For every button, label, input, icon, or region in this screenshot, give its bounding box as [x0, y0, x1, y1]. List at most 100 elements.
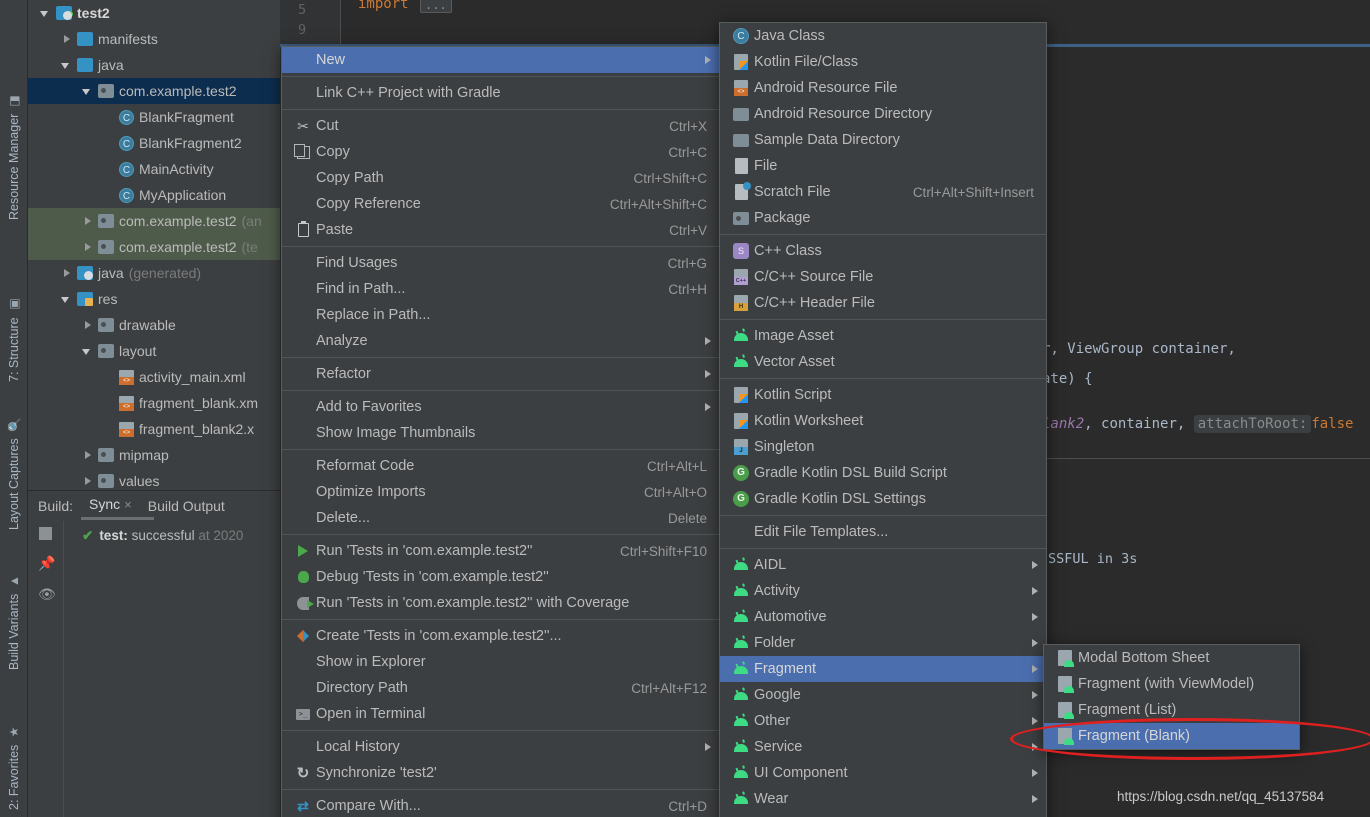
menu-item-singleton[interactable]: Singleton [720, 434, 1046, 460]
menu-item-open-in-terminal[interactable]: >_ Open in Terminal [282, 701, 719, 727]
menu-item-fragment[interactable]: Fragment [720, 656, 1046, 682]
chevron-right-icon[interactable] [82, 215, 94, 227]
menu-item-ui-component[interactable]: UI Component [720, 760, 1046, 786]
menu-item-android-resource-file[interactable]: Android Resource File [720, 75, 1046, 101]
menu-item-kotlin-script[interactable]: Kotlin Script [720, 382, 1046, 408]
menu-item-android-resource-directory[interactable]: Android Resource Directory [720, 101, 1046, 127]
chevron-right-icon[interactable] [61, 267, 73, 279]
menu-item-c-c-header-file[interactable]: C/C++ Header File [720, 290, 1046, 316]
new-submenu[interactable]: CJava Class Kotlin File/Class Android Reso… [719, 22, 1047, 817]
tree-row[interactable]: activity_main.xml [28, 364, 280, 390]
menu-item-show-image-thumbnails[interactable]: Show Image Thumbnails [282, 420, 719, 446]
menu-item-create-tests-in-com-example-test2[interactable]: Create 'Tests in 'com.example.test2''... [282, 623, 719, 649]
menu-item-kotlin-file-class[interactable]: Kotlin File/Class [720, 49, 1046, 75]
menu-item-find-usages[interactable]: Find Usages Ctrl+G [282, 250, 719, 276]
menu-item-wear[interactable]: Wear [720, 786, 1046, 812]
menu-item-link-c-project-with-gradle[interactable]: Link C++ Project with Gradle [282, 80, 719, 106]
menu-item-fragment-with-viewmodel[interactable]: Fragment (with ViewModel) [1044, 671, 1299, 697]
tree-row[interactable]: values [28, 468, 280, 490]
chevron-down-icon[interactable] [82, 85, 94, 97]
menu-item-file[interactable]: File [720, 153, 1046, 179]
tree-row[interactable]: java [28, 52, 280, 78]
menu-item-analyze[interactable]: Analyze [282, 328, 719, 354]
menu-item-new[interactable]: New [282, 47, 719, 73]
tree-row[interactable]: C MainActivity [28, 156, 280, 182]
menu-item-aidl[interactable]: AIDL [720, 552, 1046, 578]
stop-icon[interactable] [39, 527, 52, 540]
chevron-right-icon[interactable] [82, 241, 94, 253]
tree-row[interactable]: C BlankFragment [28, 104, 280, 130]
menu-item-compare-with[interactable]: Compare With... Ctrl+D [282, 793, 719, 817]
tree-row[interactable]: com.example.test2 [28, 78, 280, 104]
tab-sync[interactable]: Sync × [81, 496, 154, 520]
menu-item-paste[interactable]: Paste Ctrl+V [282, 217, 719, 243]
menu-item-sample-data-directory[interactable]: Sample Data Directory [720, 127, 1046, 153]
eye-icon[interactable]: 👁 [38, 587, 56, 602]
menu-item-fragment-blank[interactable]: Fragment (Blank) [1044, 723, 1299, 749]
menu-item-synchronize-test2[interactable]: Synchronize 'test2' [282, 760, 719, 786]
menu-item-image-asset[interactable]: Image Asset [720, 323, 1046, 349]
menu-item-package[interactable]: Package [720, 205, 1046, 231]
project-tree[interactable]: test2 manifests java com.example.test2 C Blan… [28, 0, 280, 490]
sidebar-item-structure[interactable]: 7: Structure ▣ [0, 272, 28, 382]
menu-item-widget[interactable]: Widget [720, 812, 1046, 817]
menu-item-java-class[interactable]: C Java Class [720, 23, 1046, 49]
menu-item-other[interactable]: Other [720, 708, 1046, 734]
menu-item-run-tests-in-com-example-test2[interactable]: Run 'Tests in 'com.example.test2'' Ctrl+S… [282, 538, 719, 564]
menu-item-gradle-kotlin-dsl-settings[interactable]: G Gradle Kotlin DSL Settings [720, 486, 1046, 512]
menu-item-gradle-kotlin-dsl-build-script[interactable]: G Gradle Kotlin DSL Build Script [720, 460, 1046, 486]
menu-item-c-class[interactable]: S C++ Class [720, 238, 1046, 264]
chevron-right-icon[interactable] [82, 449, 94, 461]
menu-item-cut[interactable]: Cut Ctrl+X [282, 113, 719, 139]
chevron-down-icon[interactable] [82, 345, 94, 357]
code-fold-marker[interactable]: ... [420, 0, 452, 13]
tab-build-output[interactable]: Build Output [148, 498, 225, 514]
tree-row[interactable]: com.example.test2 (te [28, 234, 280, 260]
tree-row[interactable]: res [28, 286, 280, 312]
menu-item-directory-path[interactable]: Directory Path Ctrl+Alt+F12 [282, 675, 719, 701]
tree-row[interactable]: fragment_blank.xm [28, 390, 280, 416]
tree-row[interactable]: layout [28, 338, 280, 364]
menu-item-copy[interactable]: Copy Ctrl+C [282, 139, 719, 165]
menu-item-copy-path[interactable]: Copy Path Ctrl+Shift+C [282, 165, 719, 191]
sidebar-item-layout-captures[interactable]: Layout Captures 🔍 [0, 380, 28, 530]
menu-item-run-tests-in-com-example-test2-with-coverage[interactable]: Run 'Tests in 'com.example.test2'' with … [282, 590, 719, 616]
menu-item-show-in-explorer[interactable]: Show in Explorer [282, 649, 719, 675]
menu-item-find-in-path[interactable]: Find in Path... Ctrl+H [282, 276, 719, 302]
tree-row[interactable]: drawable [28, 312, 280, 338]
pin-icon[interactable]: 📌 [38, 556, 55, 571]
tree-row[interactable]: C BlankFragment2 [28, 130, 280, 156]
tree-row[interactable]: test2 [28, 0, 280, 26]
menu-item-delete[interactable]: Delete... Delete [282, 505, 719, 531]
menu-item-local-history[interactable]: Local History [282, 734, 719, 760]
menu-item-service[interactable]: Service [720, 734, 1046, 760]
menu-item-automotive[interactable]: Automotive [720, 604, 1046, 630]
tree-row[interactable]: C MyApplication [28, 182, 280, 208]
menu-item-fragment-list[interactable]: Fragment (List) [1044, 697, 1299, 723]
menu-item-replace-in-path[interactable]: Replace in Path... [282, 302, 719, 328]
chevron-right-icon[interactable] [82, 475, 94, 487]
menu-item-modal-bottom-sheet[interactable]: Modal Bottom Sheet [1044, 645, 1299, 671]
chevron-right-icon[interactable] [82, 319, 94, 331]
tree-row[interactable]: fragment_blank2.x [28, 416, 280, 442]
chevron-down-icon[interactable] [40, 7, 52, 19]
tree-row[interactable]: manifests [28, 26, 280, 52]
menu-item-folder[interactable]: Folder [720, 630, 1046, 656]
menu-item-debug-tests-in-com-example-test2[interactable]: Debug 'Tests in 'com.example.test2'' [282, 564, 719, 590]
menu-item-c-c-source-file[interactable]: C/C++ Source File [720, 264, 1046, 290]
menu-item-copy-reference[interactable]: Copy Reference Ctrl+Alt+Shift+C [282, 191, 719, 217]
sidebar-item-favorites[interactable]: 2: Favorites ★ [0, 690, 28, 810]
fragment-submenu[interactable]: Modal Bottom Sheet Fragment (with ViewMod… [1043, 644, 1300, 750]
chevron-right-icon[interactable] [61, 33, 73, 45]
menu-item-reformat-code[interactable]: Reformat Code Ctrl+Alt+L [282, 453, 719, 479]
tree-row[interactable]: mipmap [28, 442, 280, 468]
context-menu[interactable]: New Link C++ Project with Gradle Cut Ctrl+X… [281, 46, 720, 817]
close-icon[interactable]: × [124, 497, 132, 512]
menu-item-kotlin-worksheet[interactable]: Kotlin Worksheet [720, 408, 1046, 434]
sidebar-item-resource-manager[interactable]: Resource Manager ◨ [0, 60, 28, 220]
menu-item-optimize-imports[interactable]: Optimize Imports Ctrl+Alt+O [282, 479, 719, 505]
menu-item-vector-asset[interactable]: Vector Asset [720, 349, 1046, 375]
menu-item-google[interactable]: Google [720, 682, 1046, 708]
menu-item-refactor[interactable]: Refactor [282, 361, 719, 387]
chevron-down-icon[interactable] [61, 59, 73, 71]
